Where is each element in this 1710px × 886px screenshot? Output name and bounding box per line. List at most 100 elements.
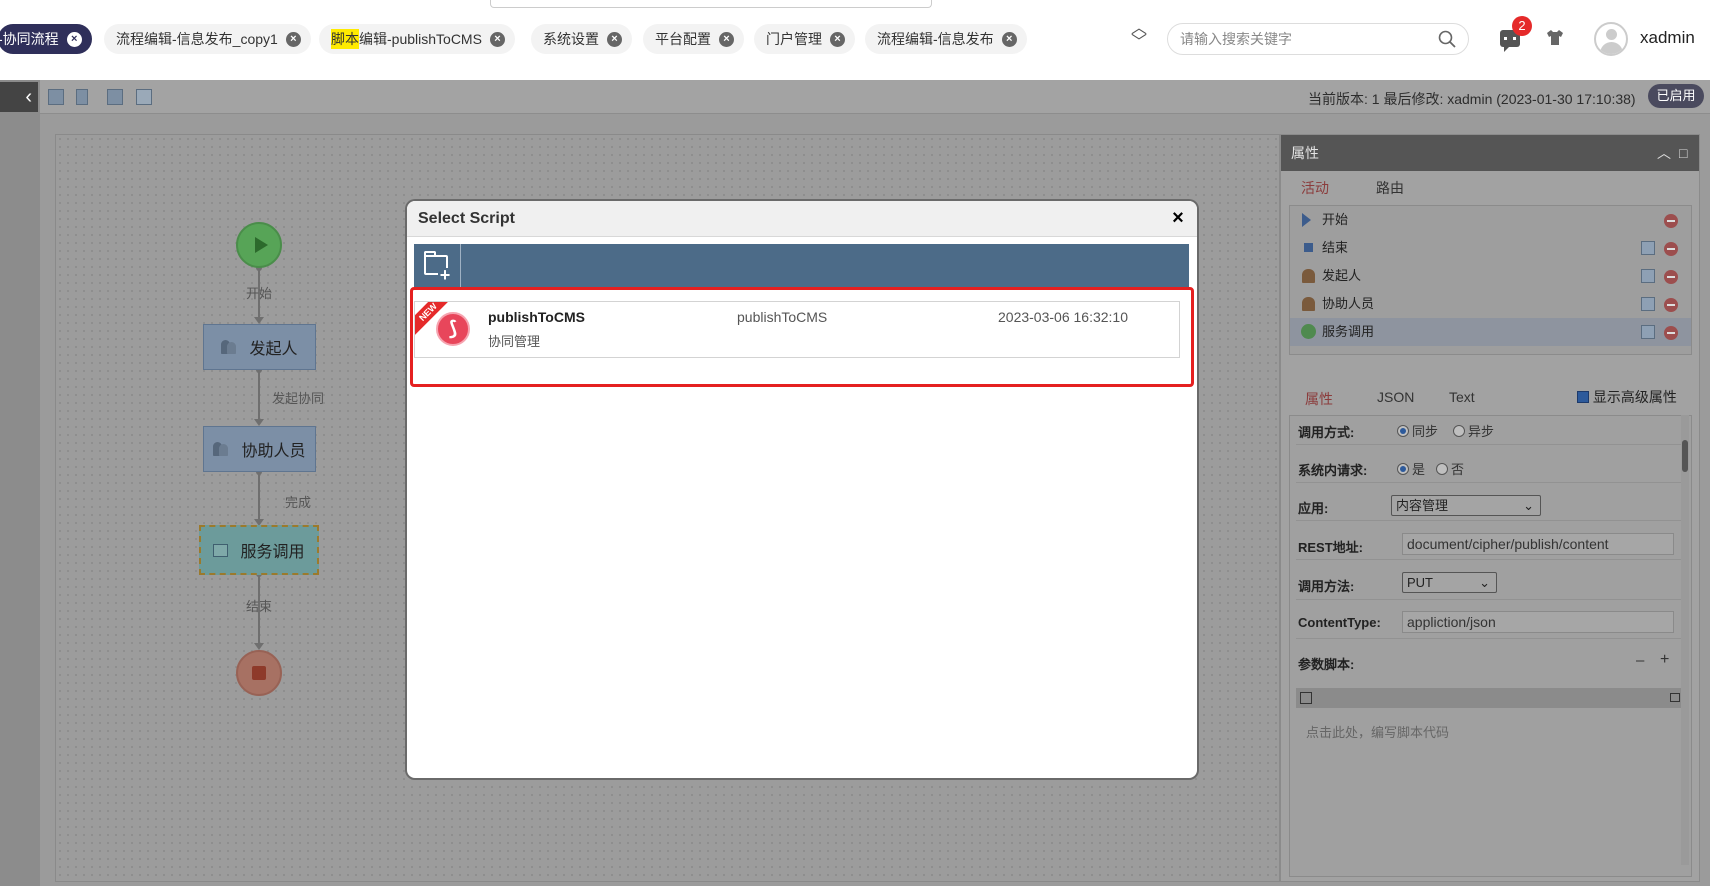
tab-scroll-arrows-icon[interactable]: ︿ ﹀	[1130, 21, 1148, 58]
call-mode-sync[interactable]: 同步	[1397, 421, 1438, 440]
flow-icon[interactable]	[76, 89, 88, 105]
copy-icon[interactable]	[1641, 325, 1655, 339]
radio-icon[interactable]	[1436, 463, 1448, 475]
radio-icon[interactable]	[1397, 463, 1409, 475]
collapse-script-button[interactable]: –	[1636, 652, 1644, 669]
properties-scrollbar[interactable]	[1681, 415, 1689, 865]
activity-label: 协助人员	[1322, 296, 1375, 311]
tab-flow-edit-info[interactable]: 流程编辑-信息发布 ×	[865, 24, 1027, 54]
chevron-down-icon: ⌄	[1479, 575, 1490, 590]
properties-scrollbar-thumb[interactable]	[1682, 440, 1688, 472]
version-info: 当前版本: 1 最后修改: xadmin (2023-01-30 17:10:3…	[1308, 91, 1636, 107]
script-editor-placeholder[interactable]: 点击此处，编写脚本代码	[1306, 722, 1449, 741]
tab-close-icon[interactable]: ×	[1001, 31, 1017, 47]
tab-label: 流程编辑-信息发布	[877, 31, 994, 47]
save-icon[interactable]	[48, 89, 64, 105]
tab-route[interactable]: 路由	[1376, 178, 1404, 198]
remove-icon[interactable]	[1664, 214, 1678, 228]
tab-label-highlight: 脚本	[331, 29, 359, 49]
rest-address-field[interactable]: document/cipher/publish/content	[1402, 533, 1674, 555]
highlight-annotation	[410, 287, 1194, 387]
call-mode-async[interactable]: 异步	[1453, 421, 1494, 440]
edge-arrow	[254, 317, 264, 324]
layout-icon[interactable]	[107, 89, 123, 105]
edge-label-collab: 发起协同	[272, 391, 325, 406]
collapse-icon[interactable]: ︿	[1657, 135, 1671, 171]
remove-icon[interactable]	[1664, 270, 1678, 284]
edge-label-start: 开始	[246, 286, 273, 301]
service-icon	[1301, 324, 1316, 339]
script-run-icon[interactable]	[1300, 692, 1312, 704]
properties-title: 属性	[1291, 145, 1319, 161]
avatar[interactable]	[1594, 22, 1628, 56]
list-item[interactable]: 协助人员	[1290, 290, 1691, 318]
divider	[1296, 638, 1684, 639]
shirt-icon[interactable]	[1546, 29, 1564, 46]
tab-text[interactable]: Text	[1449, 389, 1475, 405]
search-input[interactable]	[1180, 31, 1438, 47]
internal-no[interactable]: 否	[1436, 459, 1464, 478]
tab-flow-edit-copy1[interactable]: 流程编辑-信息发布_copy1 ×	[104, 24, 311, 54]
internal-yes[interactable]: 是	[1397, 459, 1425, 478]
tab-label: -协同流程	[0, 31, 59, 47]
collapse-left-icon[interactable]: ‹	[0, 82, 38, 112]
checkbox-icon[interactable]	[1577, 391, 1589, 403]
activity-label: 开始	[1322, 212, 1349, 227]
assistant-node[interactable]: 协助人员	[203, 426, 316, 472]
chevron-down-icon: ⌄	[1523, 498, 1534, 513]
remove-icon[interactable]	[1664, 298, 1678, 312]
person-icon	[1302, 297, 1315, 311]
radio-icon[interactable]	[1397, 425, 1409, 437]
window-icon[interactable]	[136, 89, 152, 105]
username[interactable]: xadmin	[1640, 28, 1695, 48]
internal-request-label: 系统内请求:	[1298, 463, 1368, 478]
end-node[interactable]	[236, 650, 282, 696]
tab-close-icon[interactable]: ×	[607, 31, 622, 47]
list-item[interactable]: 发起人	[1290, 262, 1691, 290]
script-window-icon[interactable]	[1670, 693, 1680, 702]
copy-icon[interactable]	[1641, 269, 1655, 283]
maximize-icon[interactable]: □	[1679, 135, 1687, 171]
copy-icon[interactable]	[1641, 241, 1655, 255]
method-label: 调用方法:	[1298, 579, 1355, 594]
tab-close-icon[interactable]: ×	[719, 31, 734, 47]
radio-icon[interactable]	[1453, 425, 1465, 437]
tab-portal-manage[interactable]: 门户管理 ×	[754, 24, 855, 54]
initiator-node[interactable]: 发起人	[203, 324, 316, 370]
tab-close-icon[interactable]: ×	[489, 31, 505, 47]
start-node[interactable]	[236, 222, 282, 268]
list-item[interactable]: 服务调用	[1290, 318, 1691, 346]
tab-props[interactable]: 属性	[1305, 389, 1333, 409]
select-script-dialog: Select Script × + NEW ⟆ publishToCMS 协同管…	[407, 201, 1197, 778]
show-advanced-toggle[interactable]: 显示高级属性	[1577, 387, 1677, 407]
tab-close-icon[interactable]: ×	[66, 31, 82, 47]
remove-icon[interactable]	[1664, 326, 1678, 340]
tab-activity[interactable]: 活动	[1301, 178, 1329, 198]
tab-collab-flow[interactable]: -协同流程 ×	[0, 24, 92, 54]
remove-icon[interactable]	[1664, 242, 1678, 256]
new-folder-button[interactable]: +	[414, 244, 461, 288]
tab-close-icon[interactable]: ×	[830, 31, 845, 47]
properties-panel: 属性 ︿ □ 活动 路由 开始 结束 发起人 协助人员 服务调用 属性 JSON…	[1280, 134, 1700, 882]
edge-label-end: 结束	[246, 599, 273, 614]
tab-script-edit[interactable]: 脚本 编辑-publishToCMS ×	[319, 24, 515, 54]
list-item[interactable]: 开始	[1290, 206, 1691, 234]
close-icon[interactable]: ×	[1167, 207, 1189, 229]
service-node[interactable]: 服务调用	[199, 525, 319, 575]
tab-platform-config[interactable]: 平台配置 ×	[643, 24, 744, 54]
tab-label: 门户管理	[766, 31, 822, 47]
radio-label: 异步	[1468, 424, 1495, 439]
list-item[interactable]: 结束	[1290, 234, 1691, 262]
person-icon	[1302, 269, 1315, 283]
activity-list: 开始 结束 发起人 协助人员 服务调用	[1289, 205, 1692, 355]
tab-close-icon[interactable]: ×	[285, 31, 301, 47]
copy-icon[interactable]	[1641, 297, 1655, 311]
search-icon[interactable]	[1438, 30, 1456, 48]
tab-json[interactable]: JSON	[1377, 389, 1414, 405]
app-select[interactable]: 内容管理 ⌄	[1391, 495, 1541, 516]
method-select[interactable]: PUT ⌄	[1402, 572, 1497, 593]
content-type-field[interactable]: appliction/json	[1402, 611, 1674, 633]
notification-badge: 2	[1512, 16, 1532, 36]
tab-system-settings[interactable]: 系统设置 ×	[531, 24, 632, 54]
expand-script-button[interactable]: +	[1660, 651, 1669, 669]
